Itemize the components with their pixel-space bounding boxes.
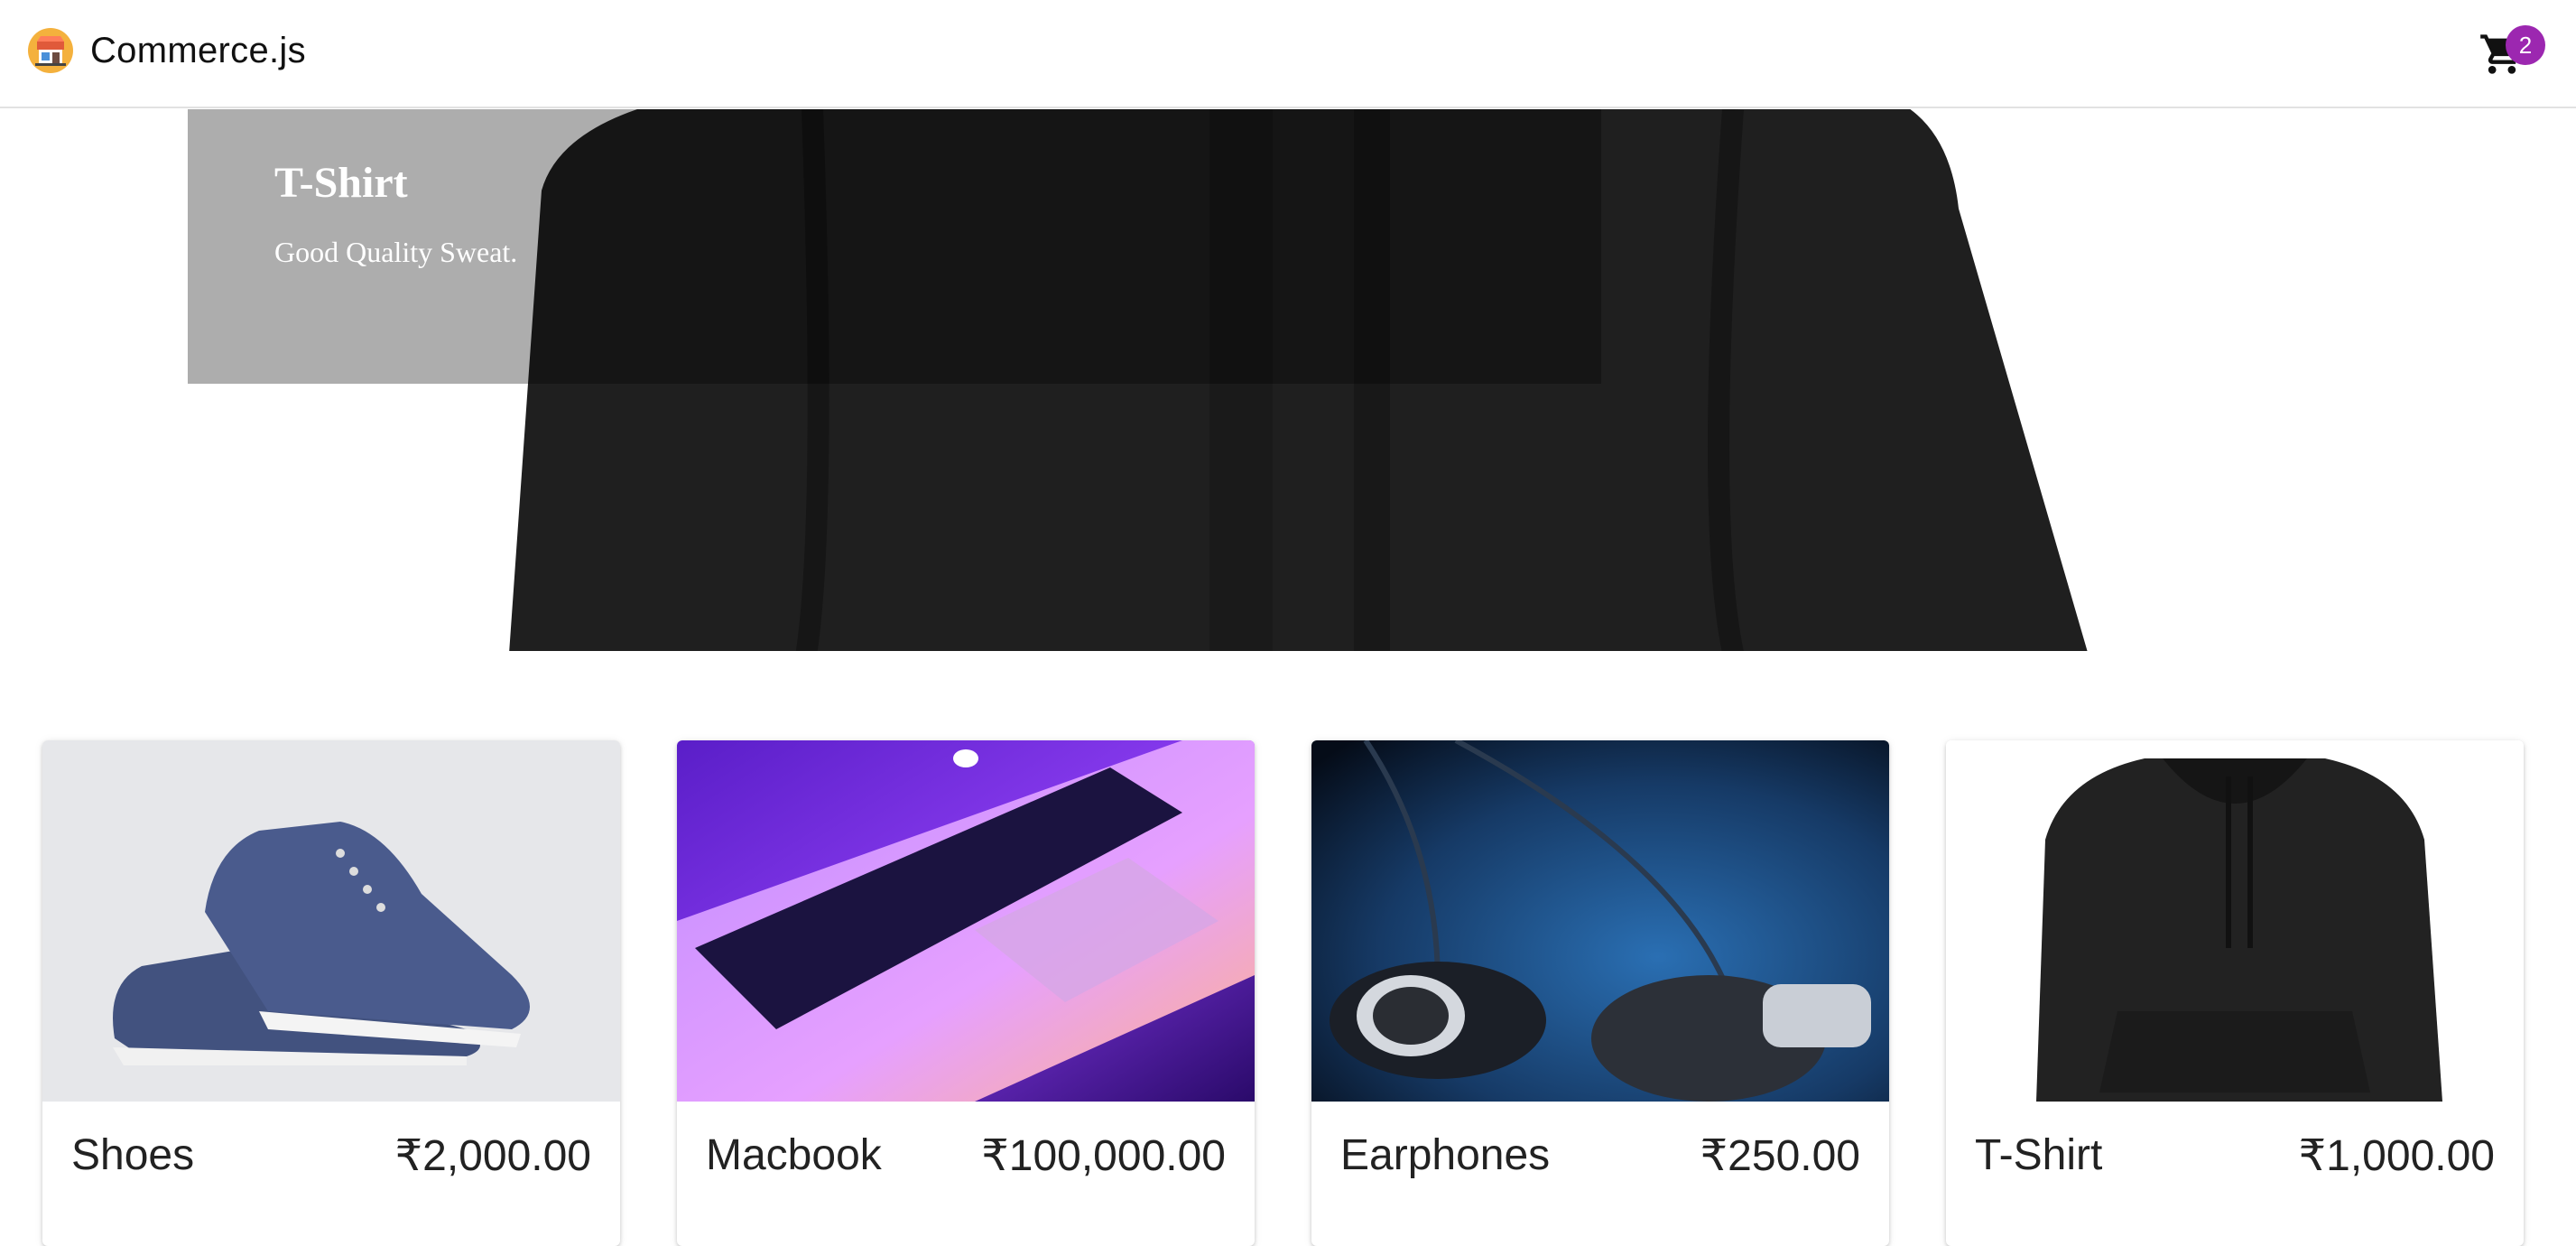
cart-button[interactable]: 2 — [2473, 20, 2554, 92]
product-image — [1946, 740, 2524, 1102]
product-name: Shoes — [71, 1131, 195, 1179]
product-name: Macbook — [706, 1131, 882, 1179]
product-name: Earphones — [1340, 1131, 1551, 1179]
cart-count-badge: 2 — [2506, 25, 2545, 65]
store-logo-icon — [28, 28, 73, 73]
product-price: ₹100,000.00 — [981, 1132, 1226, 1180]
product-card[interactable]: Macbook ₹100,000.00 — [677, 740, 1255, 1246]
hero-caption: T-Shirt Good Quality Sweat. — [188, 109, 1601, 384]
hero-carousel[interactable]: T-Shirt Good Quality Sweat. — [0, 109, 2576, 651]
shoes-image — [42, 740, 620, 1102]
product-price: ₹1,000.00 — [2298, 1132, 2495, 1180]
product-image — [42, 740, 620, 1102]
product-image — [677, 740, 1255, 1102]
tshirt-image — [1946, 740, 2524, 1102]
brand-title: Commerce.js — [90, 30, 306, 70]
brand-link[interactable]: Commerce.js — [27, 23, 306, 78]
product-card[interactable]: T-Shirt ₹1,000.00 — [1946, 740, 2524, 1246]
product-price: ₹2,000.00 — [394, 1132, 591, 1180]
product-card[interactable]: Earphones ₹250.00 — [1311, 740, 1889, 1246]
product-card[interactable]: Shoes ₹2,000.00 — [42, 740, 620, 1246]
earphones-image — [1311, 740, 1889, 1102]
macbook-image — [677, 740, 1255, 1102]
hero-subtitle: Good Quality Sweat. — [274, 236, 518, 268]
hero-title: T-Shirt — [274, 159, 408, 207]
product-grid: Shoes ₹2,000.00 Macbook ₹100,000.00 Earp… — [0, 740, 2576, 1246]
app-bar: Commerce.js 2 — [0, 0, 2576, 108]
product-price: ₹250.00 — [1700, 1132, 1860, 1180]
product-name: T-Shirt — [1975, 1131, 2103, 1179]
product-image — [1311, 740, 1889, 1102]
